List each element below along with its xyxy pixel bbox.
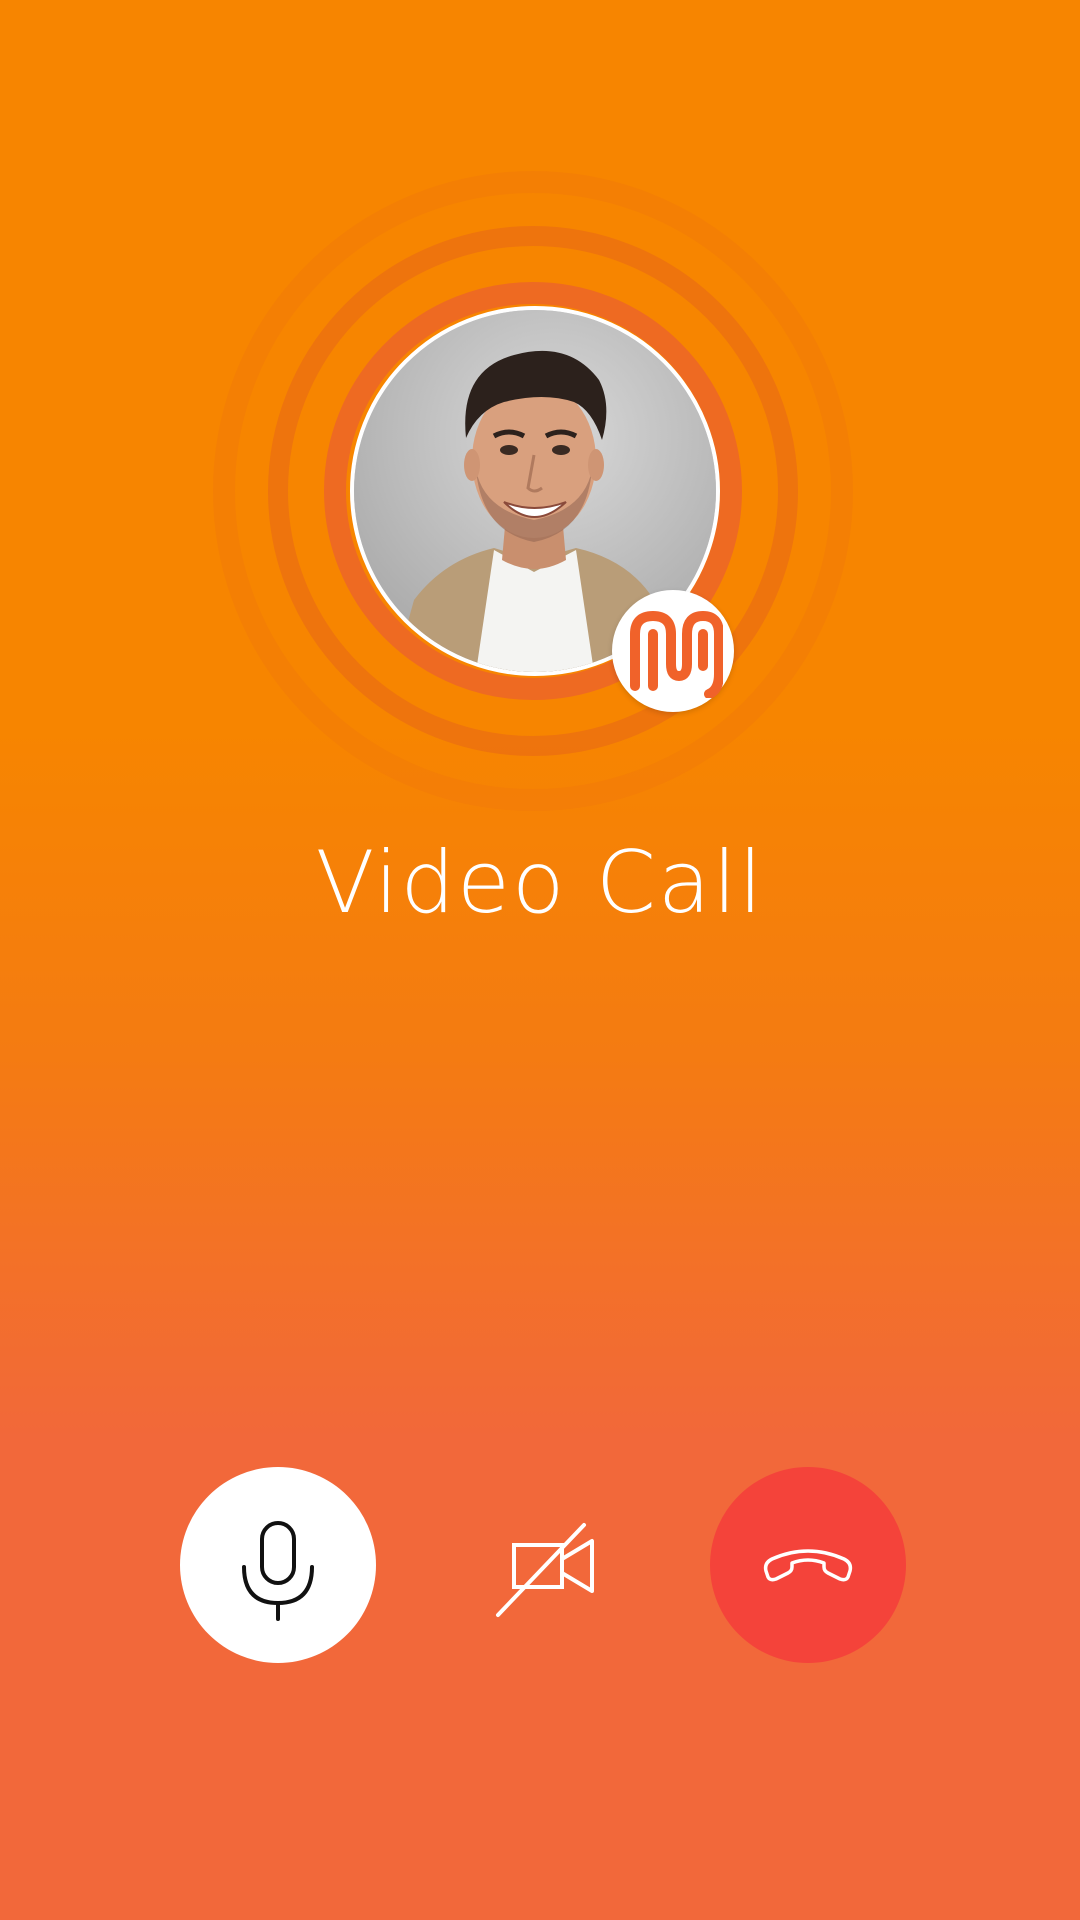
video-call-screen: Video Call: [0, 0, 1080, 1920]
hang-up-phone-icon: [763, 1549, 853, 1582]
microphone-button[interactable]: [180, 1467, 376, 1663]
app-badge: [612, 590, 734, 712]
video-off-icon: [496, 1523, 594, 1617]
camera-toggle-button[interactable]: [444, 1467, 640, 1663]
call-title: Video Call: [315, 833, 765, 933]
app-logo-m-icon: [630, 611, 723, 698]
microphone-icon: [242, 1521, 314, 1621]
end-call-button[interactable]: [710, 1467, 906, 1663]
